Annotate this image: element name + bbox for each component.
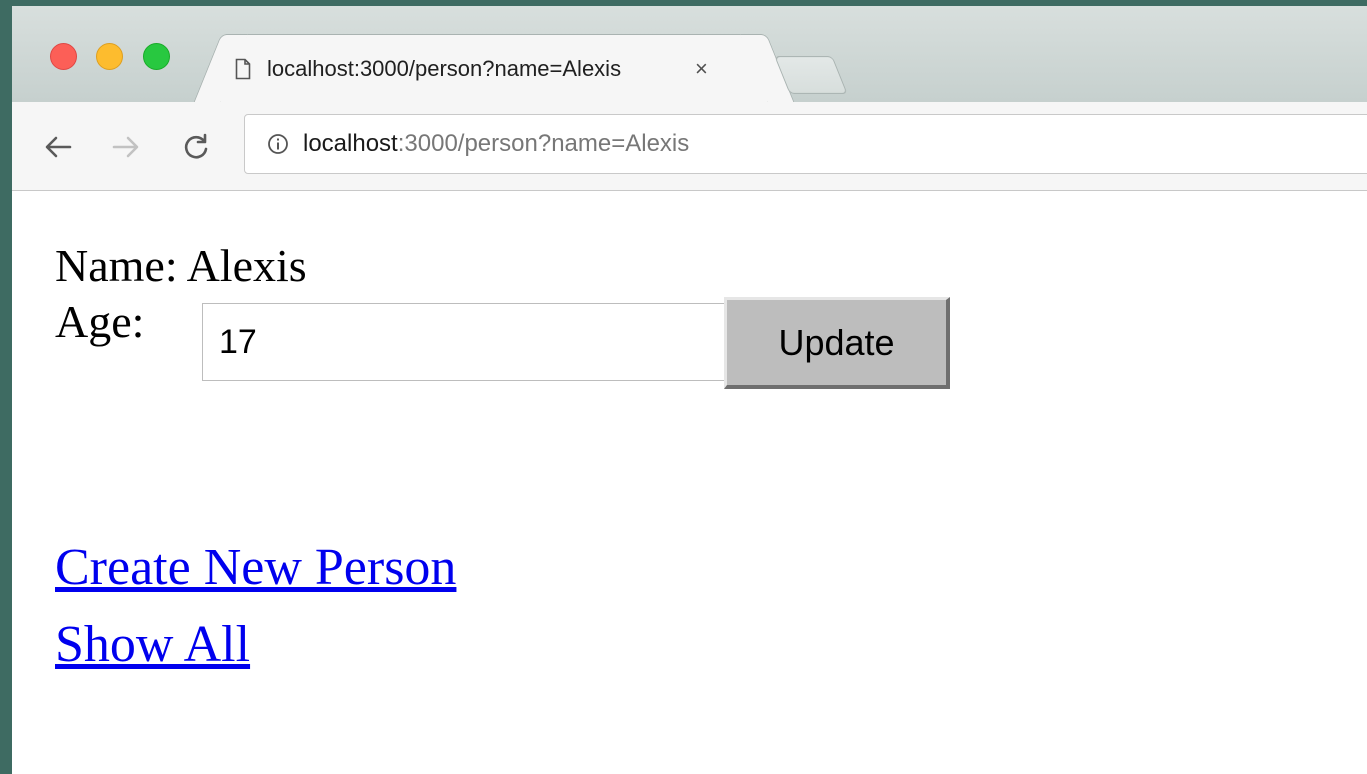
update-button[interactable]: Update	[724, 297, 950, 389]
show-all-link[interactable]: Show All	[55, 615, 250, 674]
zoom-window-button[interactable]	[143, 43, 170, 70]
back-button[interactable]	[40, 130, 76, 164]
forward-arrow-icon	[112, 136, 139, 158]
reload-button[interactable]	[178, 130, 214, 164]
page-icon	[235, 58, 251, 80]
url-text[interactable]: localhost:3000/person?name=Alexis	[303, 130, 689, 158]
reload-icon	[184, 133, 208, 159]
tab-active[interactable]: localhost:3000/person?name=Alexis ×	[220, 34, 768, 103]
tab-close-icon[interactable]: ×	[695, 56, 708, 82]
close-window-button[interactable]	[50, 43, 77, 70]
url-path: :3000/person?name=Alexis	[397, 130, 690, 157]
tab-title: localhost:3000/person?name=Alexis	[267, 56, 622, 81]
title-bar: localhost:3000/person?name=Alexis ×	[12, 6, 1367, 103]
browser-window: localhost:3000/person?name=Alexis × loca…	[12, 6, 1367, 774]
address-bar[interactable]: localhost:3000/person?name=Alexis	[244, 114, 1367, 174]
age-input[interactable]	[202, 303, 728, 381]
browser-toolbar: localhost:3000/person?name=Alexis	[12, 102, 1367, 191]
age-label: Age:	[55, 296, 145, 347]
minimize-window-button[interactable]	[96, 43, 123, 70]
url-host: localhost	[303, 130, 398, 157]
page-content: Name: Alexis Age: Update Create New Pers…	[12, 191, 1367, 774]
back-arrow-icon	[45, 136, 72, 158]
create-new-person-link[interactable]: Create New Person	[55, 538, 456, 597]
forward-button[interactable]	[108, 130, 144, 164]
site-info-icon[interactable]	[267, 133, 289, 155]
person-name: Name: Alexis	[55, 240, 307, 291]
